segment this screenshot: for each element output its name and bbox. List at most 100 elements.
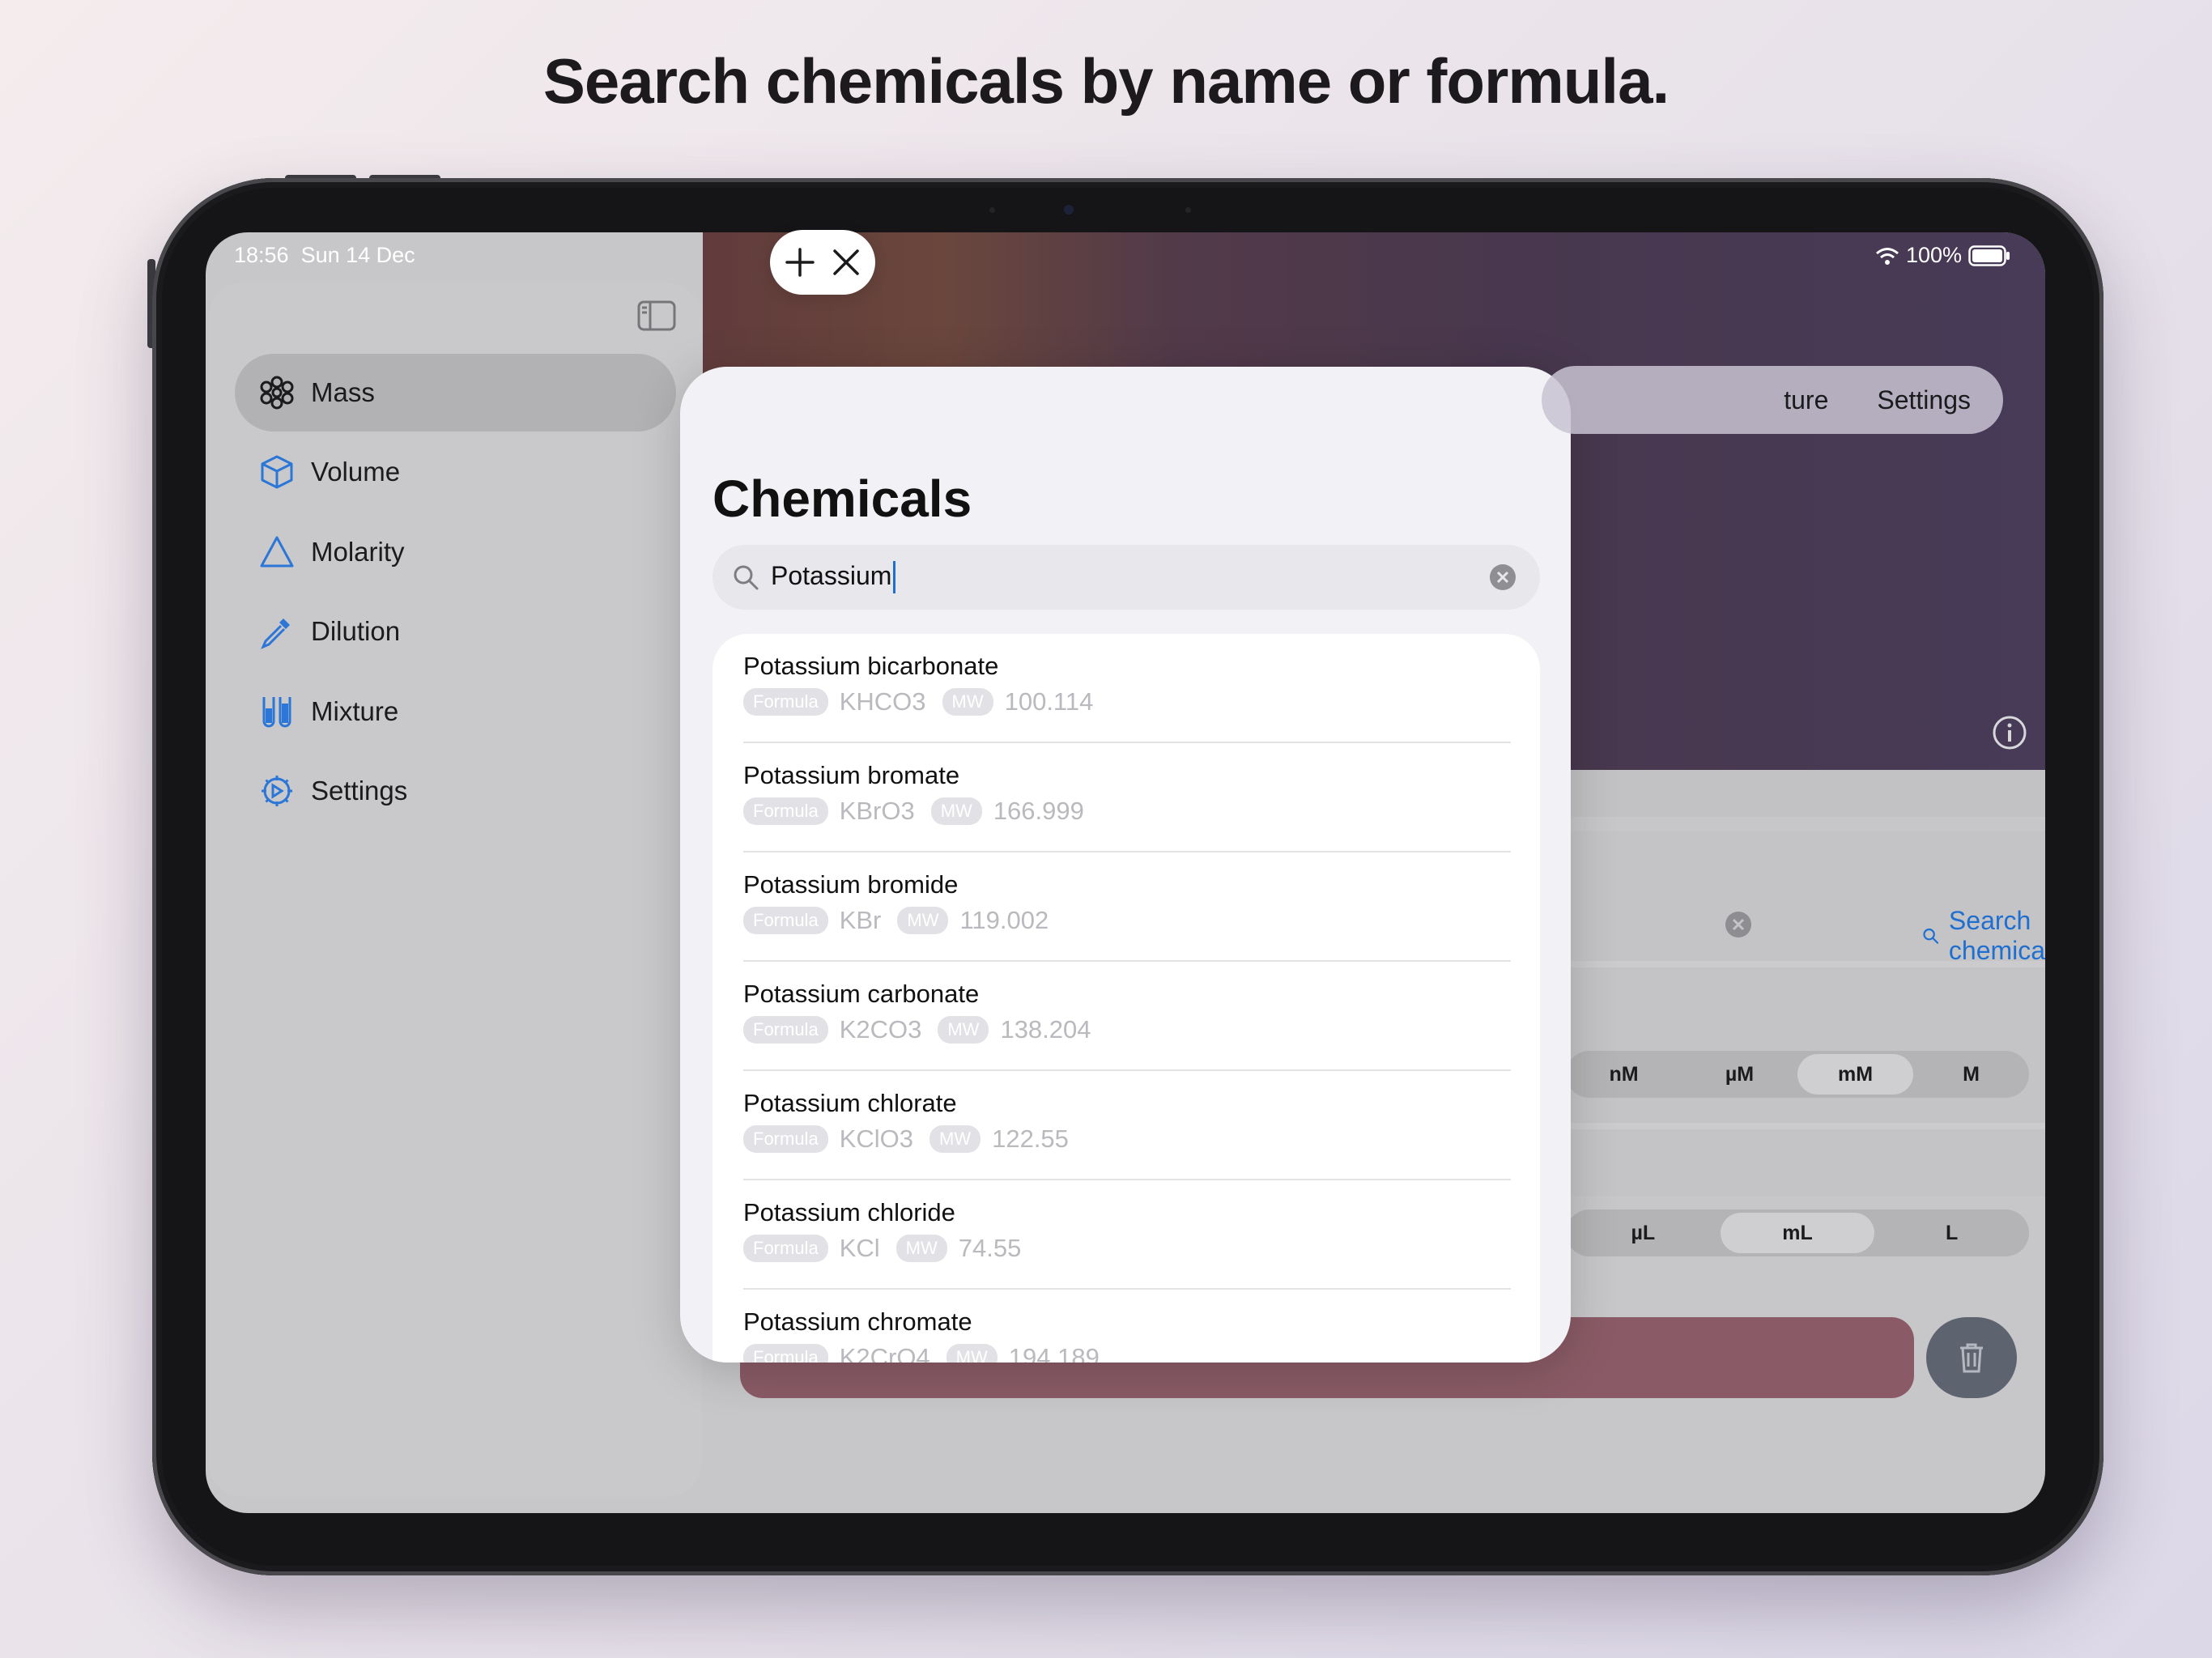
flower-icon [259, 375, 295, 410]
unit-nm[interactable]: nM [1566, 1054, 1682, 1095]
unit-m[interactable]: M [1913, 1054, 2029, 1095]
search-input-value: Potassium [771, 561, 896, 594]
trash-button[interactable] [1926, 1317, 2017, 1398]
list-item[interactable]: Potassium bromate Formula KBrO3 MW 166.9… [743, 743, 1511, 852]
formula-badge: Formula [743, 797, 828, 825]
chemical-mw: 74.55 [958, 1234, 1022, 1262]
list-item[interactable]: Potassium bromide Formula KBr MW 119.002 [743, 852, 1511, 962]
chemical-formula: K2CrO4 [839, 1343, 930, 1363]
chemical-name: Potassium bromate [743, 761, 960, 789]
list-item[interactable]: Potassium carbonate Formula K2CO3 MW 138… [743, 962, 1511, 1071]
tab-mixture[interactable]: ture [1784, 385, 1828, 415]
sheet-toolbar [770, 230, 875, 295]
sidebar-item-label: Settings [311, 776, 408, 806]
chemical-search-input[interactable]: Potassium [713, 545, 1540, 610]
gear-icon [259, 773, 295, 809]
cube-icon [259, 454, 295, 490]
formula-badge: Formula [743, 688, 828, 716]
close-sheet-button[interactable] [830, 246, 862, 278]
concentration-unit-picker[interactable]: nM µM mM M [1566, 1051, 2029, 1098]
add-chemical-button[interactable] [784, 246, 816, 278]
list-item[interactable]: Potassium chloride Formula KCl MW 74.55 [743, 1180, 1511, 1290]
unit-ul[interactable]: µL [1566, 1213, 1721, 1253]
chemical-mw: 100.114 [1004, 687, 1094, 716]
sidebar-toggle-icon[interactable] [637, 300, 676, 331]
eyedropper-icon [259, 614, 295, 649]
chemical-formula: KHCO3 [839, 687, 926, 716]
sidebar-item-molarity[interactable]: Molarity [235, 513, 676, 591]
sidebar-item-volume[interactable]: Volume [235, 433, 676, 511]
list-item[interactable]: Potassium bicarbonate Formula KHCO3 MW 1… [743, 634, 1511, 743]
chemical-meta: Formula KBrO3 MW 166.999 [743, 797, 1100, 826]
chemical-meta: Formula K2CO3 MW 138.204 [743, 1015, 1108, 1044]
unit-mm[interactable]: mM [1797, 1054, 1913, 1095]
clear-chemical-icon[interactable] [1725, 911, 1752, 938]
clear-search-icon[interactable] [1488, 563, 1517, 592]
sidebar-item-dilution[interactable]: Dilution [235, 593, 676, 670]
wifi-icon [1876, 247, 1899, 265]
chemical-mw: 138.204 [1000, 1015, 1091, 1044]
ipad-screen: ture Settings Search chemicals nM µM mM … [206, 232, 2045, 1513]
sidebar-item-label: Mixture [311, 696, 399, 726]
chemical-name: Potassium bicarbonate [743, 652, 999, 680]
tab-settings[interactable]: Settings [1877, 385, 1971, 415]
search-chemicals-label: Search chemicals [1948, 906, 2045, 965]
mw-badge: MW [946, 1344, 998, 1363]
chemical-meta: Formula KCl MW 74.55 [743, 1234, 1037, 1263]
search-chemicals-button[interactable]: Search chemicals [1922, 906, 2045, 966]
chemical-name: Potassium chromate [743, 1307, 972, 1336]
battery-percent: 100% [1906, 243, 1963, 267]
chemical-mw: 119.002 [959, 906, 1049, 934]
list-item[interactable]: Potassium chlorate Formula KClO3 MW 122.… [743, 1071, 1511, 1180]
chemical-formula: K2CO3 [839, 1015, 922, 1044]
search-icon [734, 565, 759, 590]
mw-badge: MW [897, 907, 949, 934]
chemical-formula: KCl [839, 1234, 880, 1262]
info-icon[interactable] [1992, 715, 2027, 750]
formula-badge: Formula [743, 1016, 828, 1044]
mw-badge: MW [929, 1125, 981, 1153]
status-right: 100% [1875, 243, 2010, 268]
chemical-meta: Formula K2CrO4 MW 194.189 [743, 1343, 1116, 1363]
sensor-dot [989, 207, 995, 213]
volume-unit-picker[interactable]: µL mL L [1566, 1209, 2029, 1256]
sidebar-item-mass[interactable]: Mass [235, 354, 676, 432]
chemical-name: Potassium bromide [743, 870, 959, 899]
mw-badge: MW [938, 1016, 989, 1044]
chemical-mw: 166.999 [993, 797, 1084, 825]
sidebar-item-label: Dilution [311, 616, 401, 646]
status-time: 18:56 Sun 14 Dec [234, 243, 415, 267]
sheet-title: Chemicals [713, 470, 972, 528]
mw-badge: MW [942, 688, 993, 716]
test-tubes-icon [259, 694, 295, 729]
chemical-mw: 194.189 [1008, 1343, 1100, 1363]
sensor-dot [1185, 207, 1191, 213]
formula-badge: Formula [743, 1235, 828, 1262]
chemical-formula: KBrO3 [839, 797, 915, 825]
sidebar-item-mixture[interactable]: Mixture [235, 673, 676, 750]
mw-badge: MW [930, 797, 982, 825]
sidebar-item-label: Volume [311, 457, 401, 487]
top-tab-bar[interactable]: ture Settings [1542, 366, 2003, 434]
sidebar-item-label: Molarity [311, 537, 405, 567]
list-item[interactable]: Potassium chromate Formula K2CrO4 MW 194… [743, 1290, 1511, 1363]
search-icon [1923, 928, 1939, 944]
formula-badge: Formula [743, 1125, 828, 1153]
chemicals-sheet: Chemicals Potassium Potassium bicarbonat… [680, 367, 1571, 1363]
chemical-mw: 122.55 [992, 1124, 1069, 1153]
sidebar-item-settings[interactable]: Settings [235, 752, 676, 830]
chemical-name: Potassium chlorate [743, 1089, 957, 1117]
triangle-icon [259, 534, 295, 570]
chemical-formula: KBr [839, 906, 882, 934]
chemical-formula: KClO3 [839, 1124, 913, 1153]
unit-ml[interactable]: mL [1720, 1213, 1875, 1253]
battery-icon [1968, 244, 2010, 266]
trash-icon [1960, 1343, 1983, 1373]
chemical-results-list: Potassium bicarbonate Formula KHCO3 MW 1… [713, 634, 1540, 1363]
unit-um[interactable]: µM [1682, 1054, 1797, 1095]
unit-l[interactable]: L [1874, 1213, 2029, 1253]
chemical-name: Potassium carbonate [743, 980, 980, 1008]
chemical-name: Potassium chloride [743, 1198, 955, 1226]
sidebar: Mass Volume Molarity Dilution Mixture Se… [208, 283, 702, 1497]
camera-icon [1064, 205, 1074, 215]
